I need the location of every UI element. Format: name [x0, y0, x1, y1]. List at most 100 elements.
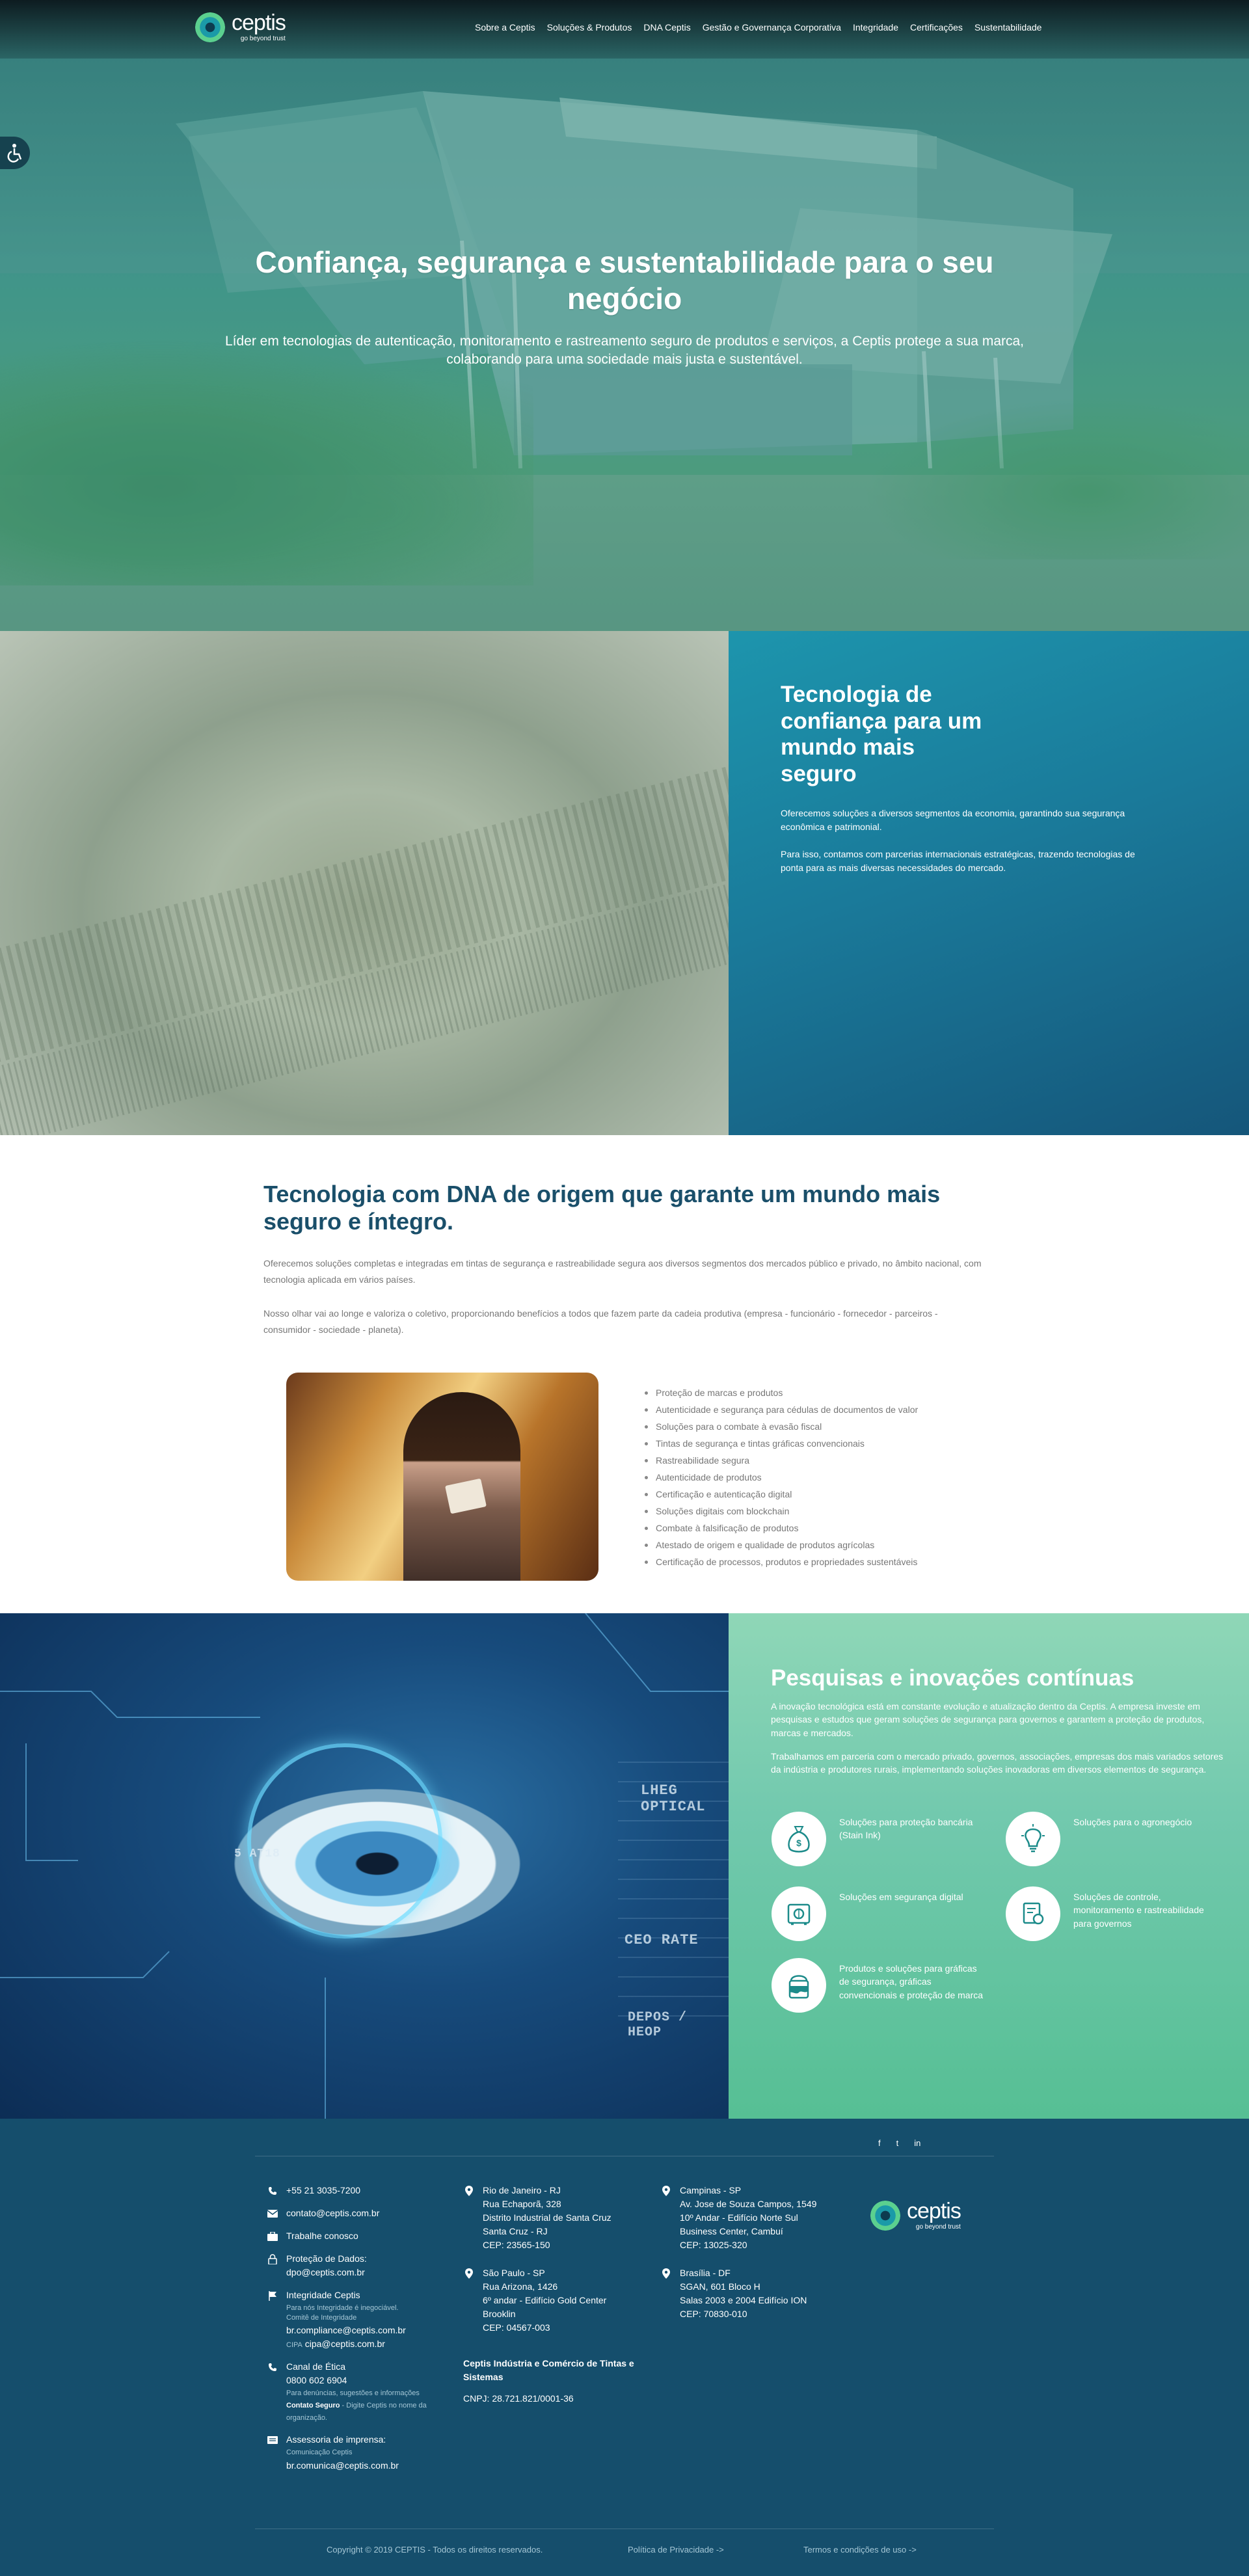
nav-gestao[interactable]: Gestão e Governança Corporativa	[703, 22, 841, 33]
address-line: 6º andar - Edifício Gold Center	[483, 2295, 607, 2305]
lock-icon	[267, 2253, 278, 2265]
footer-address-column-1: Rio de Janeiro - RJ Rua Echaporã, 328 Di…	[463, 2184, 658, 2406]
accessibility-icon	[7, 144, 22, 163]
envelope-icon	[267, 2208, 278, 2220]
footer-email[interactable]: contato@ceptis.com.br	[267, 2207, 442, 2220]
footer-ethics[interactable]: Canal de Ética 0800 602 6904 Para denúnc…	[267, 2360, 442, 2424]
research-paragraph-1: A inovação tecnológica está em constante…	[771, 1701, 1205, 1738]
trust-panel: Tecnologia de confiança para um mundo ma…	[729, 631, 1249, 1135]
footer-press[interactable]: Assessoria de imprensa: Comunicação Cept…	[267, 2433, 442, 2473]
list-item: Certificação de processos, produtos e pr…	[643, 1553, 918, 1570]
footer-cipa-email: cipa@ceptis.com.br	[304, 2339, 385, 2350]
solution-banking[interactable]: $ Soluções para proteção bancária (Stain…	[772, 1812, 989, 1866]
footer-press-email: br.comunica@ceptis.com.br	[286, 2460, 399, 2471]
footer-ethics-note1: Para denúncias, sugestões e informações	[286, 2389, 420, 2398]
list-item: Tintas de segurança e tintas gráficas co…	[643, 1435, 918, 1452]
ink-can-icon	[772, 1958, 826, 2013]
list-item: Certificação e autenticação digital	[643, 1486, 918, 1503]
address-brasilia: Brasília - DF SGAN, 601 Bloco H Salas 20…	[660, 2266, 855, 2321]
footer-logo-brand: ceptis	[907, 2199, 961, 2223]
nav-sustentabilidade[interactable]: Sustentabilidade	[974, 22, 1042, 33]
trust-section: Tecnologia de confiança para um mundo ma…	[0, 631, 1249, 1135]
money-bag-icon: $	[772, 1812, 826, 1866]
address-line: Business Center, Cambuí	[680, 2226, 783, 2236]
logo-brand: ceptis	[232, 10, 286, 35]
footer-dpo-label: Proteção de Dados:	[286, 2253, 367, 2264]
footer-ethics-note-bold: Contato Seguro	[286, 2402, 340, 2410]
newspaper-icon	[267, 2434, 278, 2446]
footer-address-column-2: Campinas - SP Av. Jose de Souza Campos, …	[660, 2184, 855, 2330]
main-nav: Sobre a Ceptis Soluções & Produtos DNA C…	[475, 22, 1041, 33]
dna-title: Tecnologia com DNA de origem que garante…	[263, 1181, 941, 1235]
dna-section: Tecnologia com DNA de origem que garante…	[0, 1135, 1249, 1613]
nav-sobre[interactable]: Sobre a Ceptis	[475, 22, 535, 33]
list-item: Autenticidade e segurança para cédulas d…	[643, 1401, 918, 1418]
footer-phone-text: +55 21 3035-7200	[286, 2185, 361, 2195]
hero-text: Confiança, segurança e sustentabilidade …	[215, 244, 1034, 368]
footer-data-protection[interactable]: Proteção de Dados: dpo@ceptis.com.br	[267, 2252, 442, 2279]
solution-label: Produtos e soluções para gráficas de seg…	[839, 1963, 984, 2000]
header-logo[interactable]: ceptis go beyond trust	[195, 12, 286, 42]
address-line: Rio de Janeiro - RJ	[483, 2185, 561, 2195]
solution-government[interactable]: Soluções de controle, monitoramento e ra…	[1006, 1886, 1223, 1941]
hero-section: Confiança, segurança e sustentabilidade …	[0, 0, 1249, 631]
address-campinas: Campinas - SP Av. Jose de Souza Campos, …	[660, 2184, 855, 2252]
footer-integrity-email: br.compliance@ceptis.com.br	[286, 2325, 406, 2336]
phone-icon	[267, 2361, 278, 2373]
hud-text-1: LHEG OPTICAL	[641, 1782, 706, 1815]
footer-cipa-label: CIPA	[286, 2341, 302, 2350]
facebook-icon[interactable]: f	[878, 2138, 881, 2148]
footer-contact-column: +55 21 3035-7200 contato@ceptis.com.br T…	[267, 2184, 442, 2482]
nav-dna[interactable]: DNA Ceptis	[643, 22, 690, 33]
briefcase-icon	[267, 2231, 278, 2242]
twitter-icon[interactable]: t	[896, 2138, 899, 2148]
location-pin-icon	[463, 2268, 475, 2279]
address-line: São Paulo - SP	[483, 2268, 545, 2278]
hud-text-4: 5 AT18	[234, 1847, 280, 1860]
address-line: Brasília - DF	[680, 2268, 731, 2278]
footer-work-with-us[interactable]: Trabalhe conosco	[267, 2229, 442, 2243]
footer-press-title: Assessoria de imprensa:	[286, 2434, 386, 2445]
trust-paragraph-2: Para isso, contamos com parcerias intern…	[781, 849, 1135, 873]
location-pin-icon	[463, 2185, 475, 2197]
address-line: 10º Andar - Edifício Norte Sul	[680, 2212, 798, 2223]
location-pin-icon	[660, 2268, 672, 2279]
footer-work-text: Trabalhe conosco	[286, 2231, 358, 2241]
footer-ethics-title: Canal de Ética	[286, 2361, 346, 2372]
nav-certificacoes[interactable]: Certificações	[910, 22, 963, 33]
footer-cnpj: CNPJ: 28.721.821/0001-36	[463, 2393, 574, 2404]
digital-safe-icon	[772, 1886, 826, 1941]
address-line: Distrito Industrial de Santa Cruz	[483, 2212, 611, 2223]
address-line: Salas 2003 e 2004 Edifício ION	[680, 2295, 807, 2305]
solution-digital[interactable]: Soluções em segurança digital	[772, 1886, 989, 1941]
privacy-policy-link[interactable]: Política de Privacidade ->	[628, 2545, 724, 2555]
research-paragraph-2: Trabalhamos em parceria com o mercado pr…	[771, 1751, 1224, 1775]
list-item: Rastreabilidade segura	[643, 1452, 918, 1469]
footer-integrity[interactable]: Integridade Ceptis Para nós Integridade …	[267, 2288, 442, 2351]
footer-phone[interactable]: +55 21 3035-7200	[267, 2184, 442, 2197]
list-item: Atestado de origem e qualidade de produt…	[643, 1536, 918, 1553]
social-links: f t in	[878, 2138, 920, 2148]
dna-list: Proteção de marcas e produtos Autenticid…	[643, 1384, 918, 1570]
terms-link[interactable]: Termos e condições de uso ->	[803, 2545, 917, 2555]
footer-logo[interactable]: ceptis go beyond trust	[870, 2200, 961, 2231]
footer-email-text: contato@ceptis.com.br	[286, 2208, 380, 2218]
address-line: SGAN, 601 Bloco H	[680, 2281, 760, 2292]
address-rio: Rio de Janeiro - RJ Rua Echaporã, 328 Di…	[463, 2184, 658, 2252]
nav-integridade[interactable]: Integridade	[853, 22, 898, 33]
svg-text:$: $	[796, 1838, 801, 1848]
copyright: Copyright © 2019 CEPTIS - Todos os direi…	[327, 2545, 543, 2555]
eye-tech-image: LHEG OPTICAL CEO RATE DEPOS / HEOP 5 AT1…	[0, 1613, 729, 2119]
footer-integrity-title: Integridade Ceptis	[286, 2290, 360, 2300]
phone-icon	[267, 2185, 278, 2197]
solution-agro[interactable]: Soluções para o agronegócio	[1006, 1812, 1223, 1866]
address-line: Rua Arizona, 1426	[483, 2281, 558, 2292]
linkedin-icon[interactable]: in	[914, 2138, 920, 2148]
footer-logo-tagline: go beyond trust	[915, 2223, 961, 2231]
solution-label: Soluções em segurança digital	[839, 1892, 963, 1902]
solution-printing[interactable]: Produtos e soluções para gráficas de seg…	[772, 1958, 989, 2013]
nav-solucoes[interactable]: Soluções & Produtos	[547, 22, 632, 33]
dna-paragraph-1: Oferecemos soluções completas e integrad…	[263, 1258, 982, 1285]
woman-tablet-photo	[286, 1373, 598, 1581]
hud-text-3: DEPOS / HEOP	[628, 2010, 688, 2040]
